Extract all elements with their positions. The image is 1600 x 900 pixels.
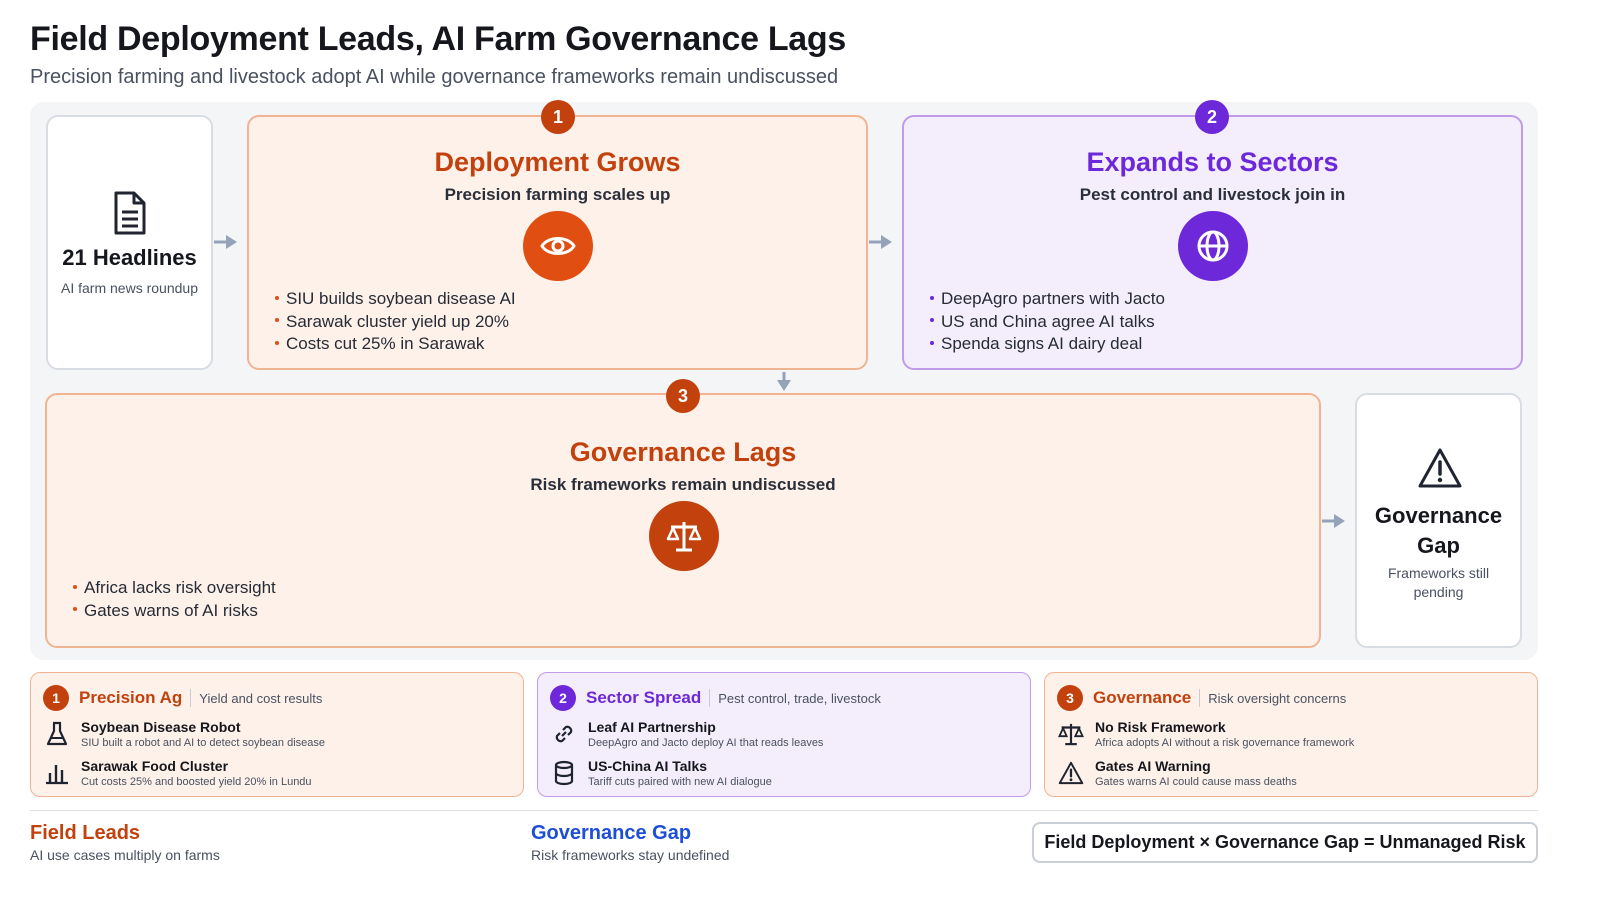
stage-subtitle: Precision farming scales up — [444, 185, 671, 204]
warning-icon — [1418, 448, 1462, 488]
legend-item-title: No Risk Framework — [1095, 718, 1226, 735]
list-item: Costs cut 25% in Sarawak — [275, 333, 516, 356]
bar-chart-icon — [43, 759, 71, 787]
legend-card-precision-ag: 1 Precision Ag Yield and cost results So… — [30, 672, 524, 797]
footer-field-leads: Field Leads AI use cases multiply on far… — [30, 822, 220, 863]
footer-subtitle: Risk frameworks stay undefined — [531, 847, 730, 863]
stage-bullets: Africa lacks risk oversight Gates warns … — [73, 577, 276, 622]
stage-subtitle: Pest control and livestock join in — [1079, 185, 1346, 204]
outcome-caption: Frameworks still pending — [1387, 565, 1490, 600]
footer-subtitle: AI use cases multiply on farms — [30, 847, 220, 863]
legend-item-title: Gates AI Warning — [1095, 757, 1211, 774]
legend-badge: 3 — [1057, 685, 1083, 711]
stage-title: Deployment Grows — [434, 147, 681, 177]
stage-number-badge: 3 — [666, 379, 700, 413]
stage-number-badge: 1 — [541, 100, 575, 134]
globe-icon — [1178, 211, 1248, 281]
link-icon — [550, 720, 578, 748]
document-icon — [114, 191, 146, 235]
headline-count: 21 Headlines — [62, 245, 197, 270]
stage-title: Expands to Sectors — [1086, 147, 1339, 177]
legend-item: Leaf AI Partnership DeepAgro and Jacto d… — [550, 717, 823, 751]
legend-item-detail: Cut costs 25% and boosted yield 20% in L… — [81, 775, 312, 788]
stage-title: Governance Lags — [569, 437, 797, 467]
legend-desc: Yield and cost results — [199, 690, 323, 706]
stage-number-badge: 2 — [1195, 100, 1229, 134]
legend-header: 2 Sector Spread Pest control, trade, liv… — [550, 685, 881, 711]
legend-name: Precision Ag — [79, 688, 183, 707]
legend-badge: 1 — [43, 685, 69, 711]
legend-item: US-China AI Talks Tariff cuts paired wit… — [550, 756, 772, 790]
page-title: Field Deployment Leads, AI Farm Governan… — [30, 20, 846, 58]
list-item: US and China agree AI talks — [930, 311, 1165, 334]
risk-formula: Field Deployment × Governance Gap = Unma… — [1032, 822, 1538, 863]
legend-badge: 2 — [550, 685, 576, 711]
legend-item-detail: Tariff cuts paired with new AI dialogue — [588, 775, 772, 788]
outcome-card: Governance Gap Frameworks still pending — [1355, 393, 1522, 648]
legend-item-detail: SIU built a robot and AI to detect soybe… — [81, 736, 325, 749]
warning-icon — [1057, 759, 1085, 787]
legend-name: Governance — [1093, 688, 1192, 707]
list-item: Sarawak cluster yield up 20% — [275, 311, 516, 334]
flask-icon — [43, 720, 71, 748]
database-icon — [550, 759, 578, 787]
legend-item: Gates AI Warning Gates warns AI could ca… — [1057, 756, 1297, 790]
legend-item-detail: DeepAgro and Jacto deploy AI that reads … — [588, 736, 824, 749]
stage-sectors-card: Expands to Sectors Pest control and live… — [902, 115, 1523, 370]
footer-title: Governance Gap — [531, 822, 692, 844]
list-item: DeepAgro partners with Jacto — [930, 288, 1165, 311]
legend-item-title: Sarawak Food Cluster — [81, 757, 229, 774]
legend-header: 1 Precision Ag Yield and cost results — [43, 685, 322, 711]
stage-bullets: SIU builds soybean disease AI Sarawak cl… — [275, 288, 516, 356]
list-item: Gates warns of AI risks — [73, 600, 276, 623]
list-item: SIU builds soybean disease AI — [275, 288, 516, 311]
legend-item-title: US-China AI Talks — [588, 757, 708, 774]
legend-item: No Risk Framework Africa adopts AI witho… — [1057, 717, 1354, 751]
eye-icon — [523, 211, 593, 281]
arrow-right-icon — [214, 235, 237, 249]
stage-bullets: DeepAgro partners with Jacto US and Chin… — [930, 288, 1165, 356]
stage-deployment-card: Deployment Grows Precision farming scale… — [247, 115, 868, 370]
source-card: 21 Headlines AI farm news roundup — [46, 115, 213, 370]
list-item: Spenda signs AI dairy deal — [930, 333, 1165, 356]
legend-item-title: Soybean Disease Robot — [81, 718, 241, 735]
legend-item-detail: Africa adopts AI without a risk governan… — [1095, 736, 1355, 749]
legend-header: 3 Governance Risk oversight concerns — [1057, 685, 1346, 711]
headline-caption: AI farm news roundup — [61, 280, 198, 296]
list-item: Africa lacks risk oversight — [73, 577, 276, 600]
legend-name: Sector Spread — [586, 688, 702, 707]
legend-desc: Risk oversight concerns — [1208, 690, 1347, 706]
scales-icon — [1057, 720, 1085, 748]
page-subtitle: Precision farming and livestock adopt AI… — [30, 66, 839, 88]
arrow-right-icon — [1322, 514, 1345, 528]
legend-item-detail: Gates warns AI could cause mass deaths — [1095, 775, 1297, 788]
footer-divider — [30, 810, 1538, 811]
legend-item: Soybean Disease Robot SIU built a robot … — [43, 717, 325, 751]
legend-desc: Pest control, trade, livestock — [718, 690, 881, 706]
stage-governance-card: Governance Lags Risk frameworks remain u… — [45, 393, 1321, 648]
legend-card-sector-spread: 2 Sector Spread Pest control, trade, liv… — [537, 672, 1031, 797]
arrow-down-icon — [777, 372, 791, 391]
legend-item-title: Leaf AI Partnership — [588, 718, 716, 735]
outcome-title: Governance Gap — [1374, 503, 1503, 558]
legend-item: Sarawak Food Cluster Cut costs 25% and b… — [43, 756, 312, 790]
footer-governance-gap: Governance Gap Risk frameworks stay unde… — [531, 822, 729, 863]
legend-card-governance: 3 Governance Risk oversight concerns No … — [1044, 672, 1538, 797]
scales-icon — [649, 501, 719, 571]
footer-title: Field Leads — [30, 822, 141, 844]
stage-subtitle: Risk frameworks remain undiscussed — [530, 475, 836, 494]
arrow-right-icon — [869, 235, 892, 249]
